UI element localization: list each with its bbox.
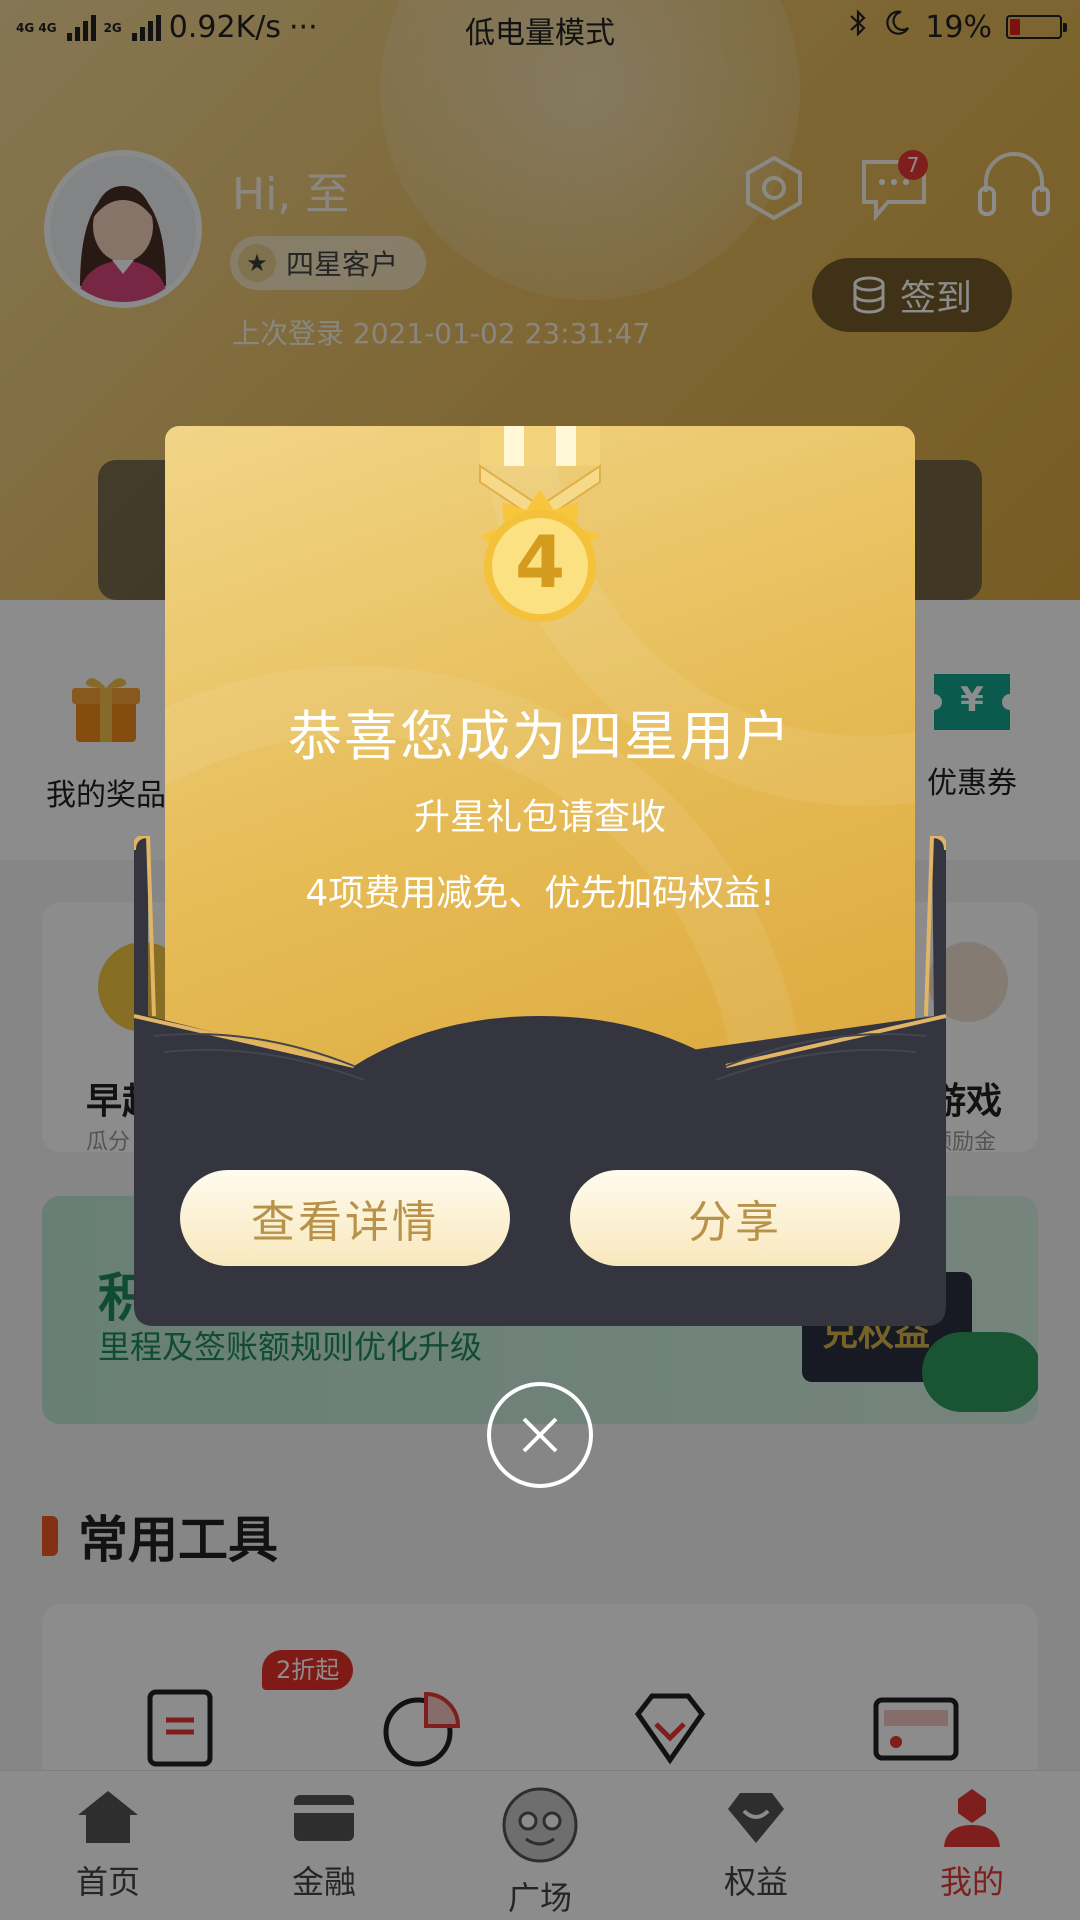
- upgrade-modal: 4 恭喜您成为四星用户 升星礼包请查收 4项费用减免、优先加码权益! 查看详情 …: [0, 0, 1080, 1920]
- modal-subtitle-1: 升星礼包请查收: [413, 797, 666, 838]
- modal-title: 恭喜您成为四星用户: [288, 705, 792, 768]
- close-modal-button[interactable]: [487, 1382, 593, 1488]
- medal-number: 4: [514, 520, 566, 604]
- close-icon: [522, 1417, 558, 1453]
- modal-subtitle-2: 4项费用减免、优先加码权益!: [305, 873, 775, 914]
- share-button[interactable]: 分享: [570, 1170, 900, 1266]
- view-details-button[interactable]: 查看详情: [180, 1170, 510, 1266]
